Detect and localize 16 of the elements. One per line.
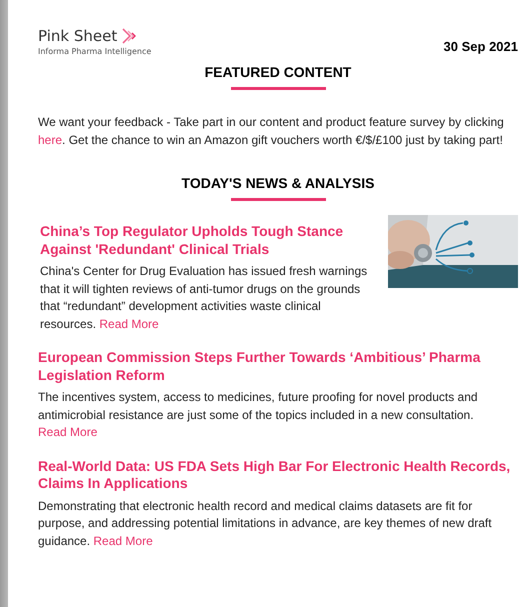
issue-date: 30 Sep 2021 (444, 39, 518, 54)
read-more-link[interactable]: Read More (38, 425, 98, 439)
read-more-link[interactable]: Read More (99, 316, 159, 330)
survey-link[interactable]: here (38, 132, 62, 146)
article-summary: China's Center for Drug Evaluation has issued fresh warnings that it will tighten reviews of anti-tumor drugs on the grounds that “redundant” development activities waste clinical resources. Read More (40, 263, 368, 332)
read-more-link[interactable]: Read More (93, 534, 153, 548)
article-title[interactable]: China’s Top Regulator Upholds Tough Stance Against 'Redundant' Clinical Trials (40, 223, 372, 258)
article-summary: Demonstrating that electronic health record and medical claims datasets are fit for purpose, and addressing potential limitations in advance, are key themes of new draft guidance. Read More (38, 498, 493, 550)
article-summary: The incentives system, access to medicines, future proofing for novel products and antimicrobial resistance are just some of the topics included in a new consultation. Read More (38, 389, 479, 441)
article-title[interactable]: Real-World Data: US FDA Sets High Bar For Electronic Health Records, Claims In Applications (38, 458, 518, 492)
article-title[interactable]: European Commission Steps Further Towards ‘Ambitious’ Pharma Legislation Reform (38, 349, 518, 384)
section-heading: FEATURED CONTENT (204, 64, 352, 80)
feedback-paragraph: We want your feedback - Take part in our content and product feature survey by clicking here. Get the chance to win an Amazon gift vouchers worth €/$/£100 just by taking part! (38, 114, 505, 148)
logo-subtitle: Informa Pharma Intelligence (38, 47, 152, 56)
logo-title: Pink Sheet (38, 27, 118, 45)
section-heading: TODAY'S NEWS & ANALYSIS (182, 175, 374, 191)
